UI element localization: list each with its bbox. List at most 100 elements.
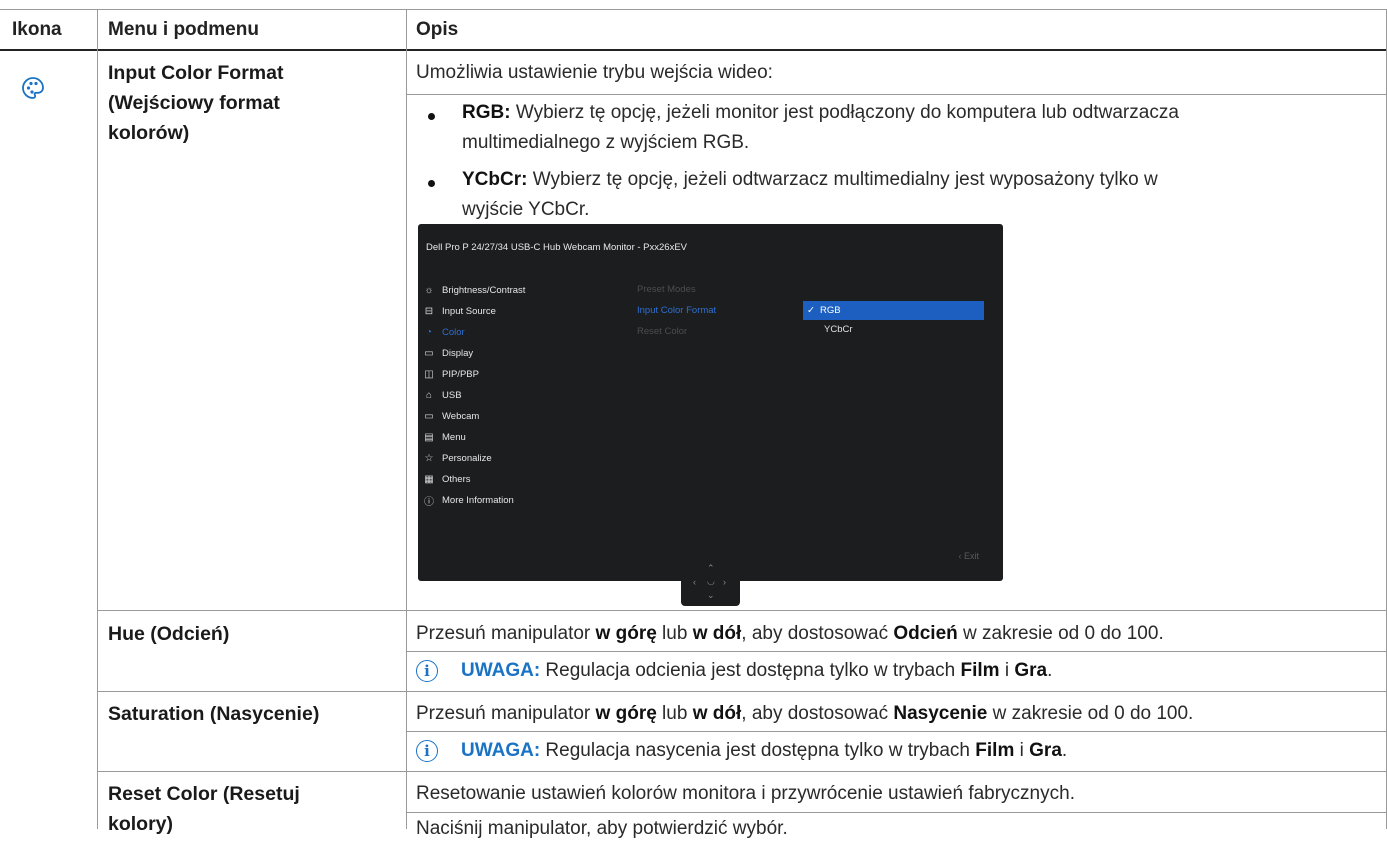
menu-title-line: kolorów) [108,122,190,144]
palette-icon: ◔ [425,326,433,338]
row-rule-1 [97,610,1387,611]
text-span: . [1047,660,1053,681]
saturation-note: UWAGA: Regulacja nasycenia jest dostępna… [461,736,1067,766]
rgb-text-cont: multimedialnego z wyjściem RGB. [462,132,750,153]
ycbcr-option-desc: YCbCr: Wybierz tę opcję, jeżeli odtwarza… [462,165,1362,225]
reset-desc-line1: Resetowanie ustawień kolorów monitora i … [416,783,1075,804]
osd-submenu-reset: Reset Color [637,326,688,337]
text-bold: w górę [595,623,657,644]
text-bold: Film [960,660,1000,681]
pip-icon: ◫ [424,368,434,380]
bullet [428,180,435,187]
text-span: , aby dostosować [741,703,894,724]
saturation-desc: Przesuń manipulator w górę lub w dół, ab… [416,699,1193,729]
osd-option-label: RGB [819,305,841,316]
header-desc-column: Opis [416,10,458,50]
osd-menu-label: Display [442,347,474,359]
text-span: Regulacja odcienia jest dostępna tylko w… [540,660,961,681]
osd-menu-label: Menu [442,431,466,443]
osd-menu-input-source: ⊟ Input Source [422,304,496,318]
text-bold: w dół [692,703,742,724]
osd-menu-label: PIP/PBP [442,368,479,380]
menu-item-saturation: Saturation (Nasycenie) [108,703,320,725]
input-icon: ⊟ [424,305,434,317]
text-bold: w dół [692,623,742,644]
monitor-icon: ▭ [424,347,434,359]
rgb-text: Wybierz tę opcję, jeżeli monitor jest po… [510,102,1179,123]
text-bold: Nasycenie [893,703,988,724]
header-menu-label: Menu i podmenu [108,19,259,40]
text-span: i [999,660,1015,681]
hue-desc: Przesuń manipulator w górę lub w dół, ab… [416,619,1164,649]
osd-menu-label: USB [442,389,462,401]
osd-menu-label: Color [442,326,465,338]
osd-screenshot: Dell Pro P 24/27/34 USB-C Hub Webcam Mon… [418,224,1003,581]
rgb-label: RGB: [462,102,511,123]
osd-option-label: YCbCr [824,324,853,335]
input-color-intro: Umożliwia ustawienie trybu wejścia wideo… [416,62,773,83]
text-span: lub [656,703,693,724]
osd-menu-others: ▦ Others [422,472,471,486]
osd-menu-label: Others [442,473,471,485]
others-icon: ▦ [424,473,434,485]
osd-menu-pip: ◫ PIP/PBP [422,367,479,381]
ycbcr-label: YCbCr: [462,169,528,190]
header-rule [0,49,1387,51]
text-span: . [1061,740,1068,761]
header-desc-label: Opis [416,19,459,40]
note-label: UWAGA: [461,660,541,681]
text-bold: Gra [1029,740,1062,761]
text-span: Przesuń manipulator [416,703,596,724]
reset-desc-line2: Naciśnij manipulator, aby potwierdzić wy… [416,818,788,839]
sun-icon: ☼ [424,284,434,296]
menu-title-line: (Wejściowy format [108,92,280,114]
text-span: Przesuń manipulator [416,623,596,644]
text-span: lub [656,623,693,644]
osd-submenu-preset: Preset Modes [637,284,696,295]
osd-option-rgb: ✓ RGB [803,301,984,320]
hue-note: UWAGA: Regulacja odcienia jest dostępna … [461,656,1052,686]
text-span: w zakresie od 0 do 100. [957,623,1164,644]
row-rule-reset-mid [406,812,1387,813]
ycbcr-text-cont: wyjście YCbCr. [462,199,590,220]
menu-item-hue: Hue (Odcień) [108,623,230,645]
osd-menu-personalize: ☆ Personalize [422,451,492,465]
info-icon: ⓘ [424,496,434,508]
chevron-left-icon: ‹ [693,577,696,587]
osd-menu-brightness: ☼ Brightness/Contrast [422,283,525,297]
text-bold: w górę [595,703,657,724]
joystick-center-icon: ◡ [707,576,715,586]
text-span: , aby dostosować [741,623,894,644]
osd-menu-webcam: ▭ Webcam [422,409,479,423]
col-divider-2 [406,9,407,829]
text-bold: Odcień [893,623,958,644]
text-bold: Gra [1014,660,1048,681]
row-rule-hue-note [406,651,1387,652]
menu-title-line: Input Color Format [108,62,284,84]
chevron-down-icon: ⌄ [707,590,715,600]
header-icon-label: Ikona [12,19,62,40]
star-icon: ☆ [424,452,434,464]
menu-icon: ▤ [424,431,434,443]
row-rule-sat-note [406,731,1387,732]
ycbcr-text: Wybierz tę opcję, jeżeli odtwarzacz mult… [527,169,1158,190]
osd-menu-label: Webcam [442,410,480,422]
col-divider-1 [97,9,98,829]
osd-exit-label: Exit [963,551,979,561]
intro-rule [406,94,1387,95]
osd-menu-menu: ▤ Menu [422,430,466,444]
note-label: UWAGA: [461,740,541,761]
chevron-up-icon: ⌃ [707,563,715,573]
text-span: w zakresie od 0 do 100. [987,703,1194,724]
osd-menu-more-info: ⓘ More Information [422,493,514,508]
checkmark-icon: ✓ [807,305,815,316]
osd-menu-usb: ⌂ USB [422,388,462,402]
palette-icon [22,77,44,99]
text-span: Regulacja nasycenia jest dostępna tylko … [540,740,976,761]
header-icon-column: Ikona [12,10,62,50]
text-span: i [1014,740,1030,761]
row-rule-3 [97,771,1387,772]
osd-submenu-input-color: Input Color Format [637,305,717,316]
osd-menu-display: ▭ Display [422,346,473,360]
menu-title-line: kolory) [108,813,174,835]
